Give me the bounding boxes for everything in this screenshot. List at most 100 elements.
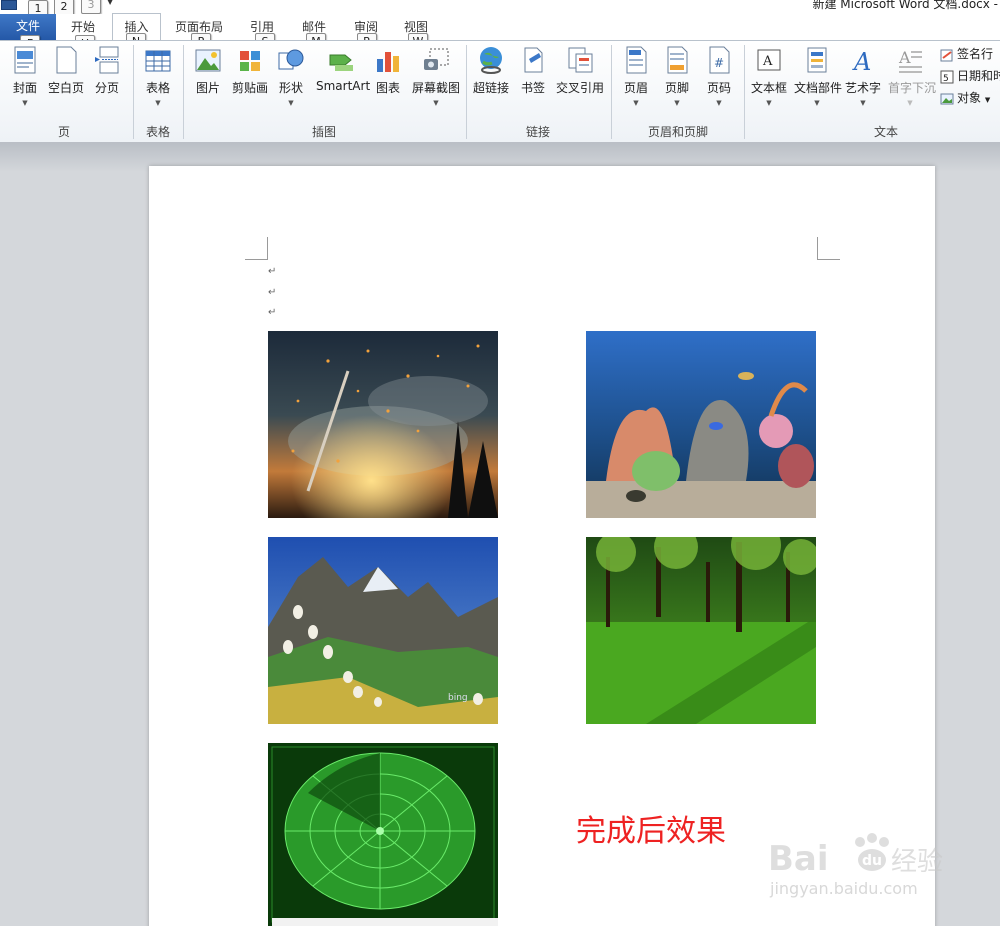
svg-text:A: A [852,48,871,75]
text-box-label: 文本框 [750,81,787,95]
group-label-text: 文本 [874,125,899,139]
group-label-table: 表格 [146,125,171,139]
blank-page-label: 空白页 [47,81,84,95]
shapes-button[interactable]: 形状 ▼ [271,45,311,107]
margin-corner-mark [817,237,840,260]
drop-cap-button[interactable]: A 首字下沉 ▼ [888,45,937,107]
date-time-label: 日期和时 [957,69,1000,83]
text-box-button[interactable]: A 文本框 ▼ [749,45,789,107]
table-button[interactable]: 表格 ▼ [138,45,178,107]
dropdown-arrow-icon: ▼ [860,99,866,107]
cross-reference-button[interactable]: 交叉引用 [556,45,604,96]
image-green-radar[interactable] [268,743,498,926]
qat-dropdown-icon[interactable]: ▼ [107,0,113,6]
baidu-watermark-logo: Bai du 经验 jingyan.baidu.com [768,833,943,898]
cover-page-icon [14,46,36,74]
picture-button[interactable]: 图片 [188,45,228,96]
watermark-brand: Bai [768,839,829,879]
word-app-icon[interactable] [1,0,17,10]
bookmark-icon [524,47,543,73]
footer-icon [667,46,688,74]
signature-line-button[interactable]: 签名行 [940,45,993,62]
quick-parts-icon [807,47,827,73]
svg-text:A: A [762,54,773,69]
shapes-icon [278,49,304,70]
picture-icon [195,49,221,72]
group-label-page: 页 [58,125,71,139]
screenshot-button[interactable]: 屏幕截图 ▼ [410,45,462,107]
group-label-header-footer: 页眉和页脚 [648,125,709,139]
smartart-icon [329,54,353,71]
table-label: 表格 [145,81,170,95]
page-break-button[interactable]: 分页 [87,45,127,96]
signature-line-label: 签名行 [957,47,994,61]
paragraph-mark: ↵ [268,266,277,277]
dropdown-arrow-icon: ▼ [907,99,913,107]
header-button[interactable]: 页眉 ▼ [616,45,656,107]
group-separator [133,45,134,139]
smartart-label: SmartArt [316,79,371,93]
bookmark-button[interactable]: 书签 [513,45,553,96]
document-page[interactable] [149,166,935,926]
blank-page-icon [56,46,77,74]
picture-label: 图片 [195,81,220,95]
clip-art-button[interactable]: 剪贴画 [230,45,270,96]
dropdown-arrow-icon: ▼ [633,99,639,107]
group-separator [744,45,745,139]
svg-text:#: # [714,56,724,70]
watermark-brand-suffix: 经验 [891,847,943,877]
dropdown-arrow-icon: ▼ [766,99,772,107]
blank-page-button[interactable]: 空白页 [46,45,86,96]
drop-cap-label: 首字下沉 [888,81,937,95]
object-button[interactable]: 对象 ▼ [940,89,990,106]
watermark-url: jingyan.baidu.com [769,879,918,898]
header-icon [626,46,647,74]
title-bar: ▼ 新建 Microsoft Word 文档.docx - [0,0,1000,14]
quick-parts-label: 文档部件 [794,81,843,95]
dropdown-arrow-icon: ▼ [814,99,820,107]
quick-parts-button[interactable]: 文档部件 ▼ [794,45,843,107]
image-fantasy-night-sky[interactable] [268,331,498,518]
drop-cap-icon: A [898,48,922,73]
chart-button[interactable]: 图表 [368,45,408,96]
wordart-label: 艺术字 [844,81,881,95]
keytip-qat-3: 3 [81,0,101,14]
bookmark-label: 书签 [520,81,545,95]
smartart-button[interactable]: SmartArt [316,45,371,93]
dropdown-arrow-icon: ▼ [22,99,28,107]
word-window: ▼ 新建 Microsoft Word 文档.docx - 1 2 3 文件 插… [0,0,1000,926]
chart-icon [377,52,399,72]
hyperlink-button[interactable]: 超链接 [471,45,511,96]
page-number-label: 页码 [706,81,731,95]
image-green-forest-lawn[interactable] [586,537,816,724]
group-separator [466,45,467,139]
dropdown-arrow-icon: ▼ [155,99,161,107]
header-label: 页眉 [623,81,648,95]
date-time-button[interactable]: 5 日期和时 [940,67,1000,84]
result-caption: 完成后效果 [576,814,726,849]
footer-button[interactable]: 页脚 ▼ [657,45,697,107]
paragraph-mark: ↵ [268,307,277,318]
shapes-label: 形状 [278,81,303,95]
text-box-icon: A [757,49,781,71]
group-label-links: 链接 [526,125,551,139]
dropdown-arrow-icon: ▼ [984,96,991,104]
hyperlink-icon [480,47,502,74]
svg-text:A: A [898,48,911,67]
cover-page-button[interactable]: 封面 ▼ [5,45,45,107]
group-separator [183,45,184,139]
margin-corner-mark [245,237,268,260]
table-icon [145,50,171,72]
page-number-button[interactable]: # 页码 ▼ [699,45,739,107]
clip-art-label: 剪贴画 [231,81,268,95]
page-break-icon [95,46,119,74]
image-mountain-flowers[interactable]: bing [268,537,498,724]
object-label: 对象 [957,91,982,105]
dropdown-arrow-icon: ▼ [433,99,439,107]
wordart-button[interactable]: A 艺术字 ▼ [843,45,883,107]
date-time-icon: 5 [940,70,954,84]
ribbon-insert: 封面 ▼ 空白页 分页 页 表格 ▼ 表格 图片 剪贴画 形状 ▼ SmartA… [0,40,1000,143]
tab-home[interactable]: 开始 [71,18,95,35]
cross-reference-label: 交叉引用 [556,81,605,95]
image-aquarium-coral[interactable] [586,331,816,518]
